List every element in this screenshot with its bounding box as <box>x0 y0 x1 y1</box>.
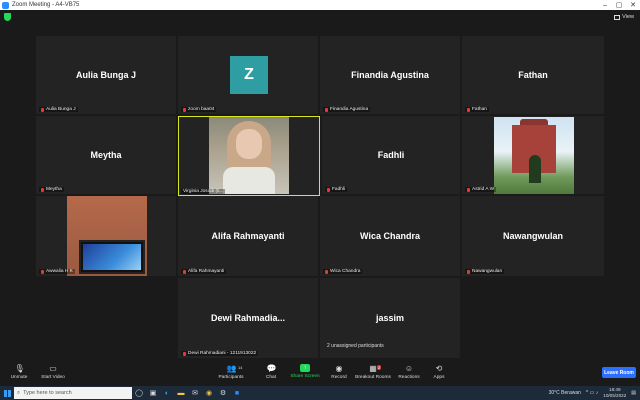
participant-tile-nawangwulan[interactable]: Nawangwulan Nawangwulan <box>462 196 604 276</box>
participant-name: Dewi Rahmadia... <box>210 313 286 323</box>
shield-icon[interactable] <box>4 13 11 21</box>
participant-name: Nawangwulan <box>502 231 563 241</box>
participant-label: Finandia Agustina <box>323 107 371 112</box>
mic-muted-icon <box>183 107 186 112</box>
participants-count: 14 <box>238 365 243 370</box>
meeting-toolbar: 🎙 Unmute ▭ Start Video 👥 14 Participants… <box>0 362 640 386</box>
participant-name: Aulia Bunga J <box>75 70 136 80</box>
apps-button[interactable]: ⟲ Apps <box>416 364 462 380</box>
task-view-icon[interactable]: ◯ <box>132 386 146 400</box>
mic-muted-icon <box>467 107 470 112</box>
participant-label: zoom baa04 <box>181 107 217 112</box>
chrome-icon[interactable]: ◉ <box>202 386 216 400</box>
system-tray: 30°C Berawan ^ ▭ ♪ 18:49 10/05/2022 ▤ <box>549 386 636 400</box>
view-button[interactable]: View <box>614 14 634 20</box>
view-label: View <box>622 14 634 20</box>
participant-tile-astrid[interactable]: Astrid A W <box>462 116 604 194</box>
window-titlebar: Zoom Meeting - A4-VB75 – ▢ ✕ <box>0 0 640 10</box>
mic-muted-icon <box>327 187 330 192</box>
participant-tile-finandia[interactable]: Finandia Agustina Finandia Agustina <box>320 36 460 114</box>
task-view-icon[interactable]: ▣ <box>146 386 160 400</box>
participant-name: jassim <box>375 313 405 323</box>
gallery-view: Aulia Bunga J Aulia Bunga J Z zoom baa04… <box>0 24 640 362</box>
participant-label: Fathan <box>465 107 489 112</box>
participant-label: Awwalia H K <box>39 269 75 274</box>
participant-label: Aulia Bunga J <box>39 107 78 112</box>
windows-taskbar: ⌕ Type here to search ◯ ▣ ◐ ▬ ✉ ◉ ⚙ ■ 30… <box>0 386 640 400</box>
participant-video <box>209 117 289 194</box>
participants-icon: 👥 <box>226 364 237 373</box>
participant-name: Alifa Rahmayanti <box>211 231 285 241</box>
participant-tile-awwalia[interactable]: Awwalia H K <box>36 196 176 276</box>
video-off-icon: ▭ <box>49 364 57 373</box>
meeting-topbar: View <box>0 10 640 24</box>
participant-tile-fadhli[interactable]: Fadhli Fadhli <box>322 116 460 194</box>
record-icon: ◉ <box>335 364 343 373</box>
participant-tile-dewi[interactable]: Dewi Rahmadia... Dewi Rahmadiani - 12119… <box>178 278 318 358</box>
minimize-button[interactable]: – <box>598 2 612 9</box>
participant-name: Fathan <box>518 70 548 80</box>
participant-label: Wica Chandra <box>323 269 363 274</box>
weather-label[interactable]: 30°C Berawan <box>549 390 581 396</box>
participant-tile-fathan[interactable]: Fathan Fathan <box>462 36 604 114</box>
mic-muted-icon <box>467 269 470 274</box>
participant-label: Astrid A W <box>465 187 497 192</box>
leave-room-button[interactable]: Leave Room <box>602 367 636 378</box>
zoom-app-icon[interactable]: ■ <box>230 386 244 400</box>
participant-tile-wica[interactable]: Wica Chandra Wica Chandra <box>320 196 460 276</box>
notification-icon[interactable]: ▤ <box>631 390 636 396</box>
mic-muted-icon <box>41 187 44 192</box>
avatar: Z <box>230 56 268 94</box>
participant-video <box>67 196 147 276</box>
settings-icon[interactable]: ⚙ <box>216 386 230 400</box>
breakout-badge: 2 <box>377 365 382 370</box>
taskbar-search[interactable]: ⌕ Type here to search <box>14 387 132 399</box>
view-grid-icon <box>614 14 621 20</box>
file-explorer-icon[interactable]: ▬ <box>174 386 188 400</box>
mail-icon[interactable]: ✉ <box>188 386 202 400</box>
windows-start-icon[interactable] <box>0 386 14 400</box>
maximize-button[interactable]: ▢ <box>612 1 626 9</box>
participant-label: Fadhli <box>325 187 348 192</box>
participant-tile-meytha[interactable]: Meytha Meytha <box>36 116 176 194</box>
mic-muted-icon <box>41 107 44 112</box>
mic-muted-icon <box>325 269 328 274</box>
participant-name: Finandia Agustina <box>351 70 429 80</box>
participant-tile-zoom[interactable]: Z zoom baa04 <box>178 36 318 114</box>
tray-icons[interactable]: ^ ▭ ♪ <box>586 390 598 396</box>
participant-label: Nawangwulan <box>465 269 505 274</box>
search-icon: ⌕ <box>17 389 21 396</box>
mic-muted-icon <box>41 269 44 274</box>
share-screen-icon: ↑ <box>300 364 310 372</box>
zoom-logo-icon <box>2 1 9 9</box>
participant-name: Wica Chandra <box>360 231 420 241</box>
mic-muted-icon <box>183 269 186 274</box>
apps-icon: ⟲ <box>435 364 443 373</box>
participant-tile-alifa[interactable]: Alifa Rahmayanti Alifa Rahmayanti <box>178 196 318 276</box>
mic-muted-icon <box>467 187 470 192</box>
participant-video <box>494 117 574 194</box>
participant-name: Meytha <box>90 150 122 160</box>
mic-muted-icon: 🎙 <box>14 364 25 373</box>
clock[interactable]: 18:49 10/05/2022 <box>603 387 626 399</box>
mic-muted-icon <box>183 351 186 356</box>
edge-icon[interactable]: ◐ <box>160 386 174 400</box>
participant-label: Virginia Josodi (ti... <box>181 189 226 194</box>
mic-muted-icon <box>325 107 328 112</box>
participant-label: Meytha <box>39 187 64 192</box>
close-button[interactable]: ✕ <box>626 1 640 9</box>
unassigned-participants-label[interactable]: 2 unassigned participants <box>327 343 384 349</box>
participant-tile-virginia[interactable]: Virginia Josodi (ti... <box>178 116 320 196</box>
participant-tile-aulia[interactable]: Aulia Bunga J Aulia Bunga J <box>36 36 176 114</box>
window-title: Zoom Meeting - A4-VB75 <box>12 2 80 8</box>
participant-name: Fadhli <box>377 150 405 160</box>
start-video-button[interactable]: ▭ Start Video <box>30 364 76 380</box>
participant-label: Alifa Rahmayanti <box>181 269 227 274</box>
chat-icon: 💬 <box>266 364 277 373</box>
participant-label: Dewi Rahmadiani - 1211913022 <box>181 351 259 356</box>
reactions-icon: ☺ <box>404 364 414 373</box>
